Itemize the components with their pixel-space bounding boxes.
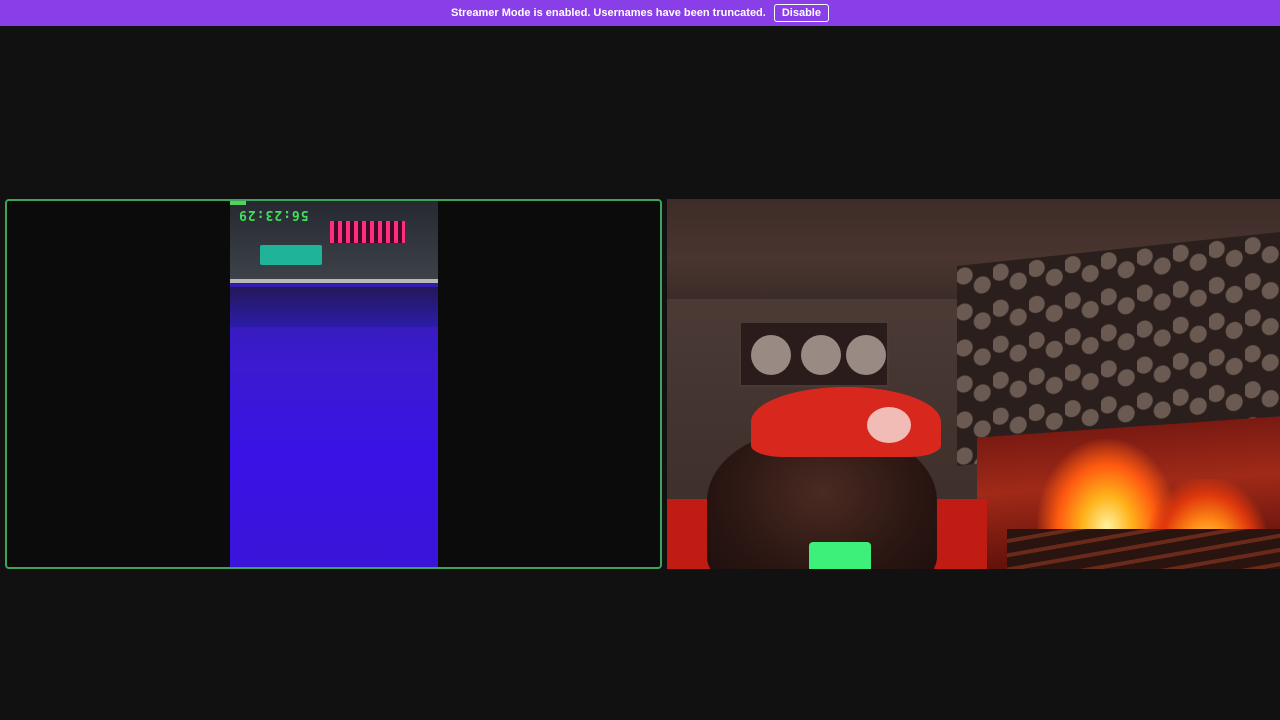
video-tile-right[interactable] (667, 199, 1280, 569)
video-stream-phone: 56:23:29 (230, 201, 438, 567)
phone-timer-text: 56:23:29 (238, 207, 309, 222)
video-tile-left[interactable]: 56:23:29 (5, 199, 662, 569)
streamer-mode-message: Streamer Mode is enabled. Usernames have… (451, 7, 766, 19)
disable-streamer-mode-button[interactable]: Disable (773, 4, 829, 22)
phone-screen-capture: 56:23:29 (230, 201, 438, 283)
streamer-mode-banner: Streamer Mode is enabled. Usernames have… (0, 0, 1280, 26)
green-cup (809, 542, 871, 569)
red-cap (751, 387, 941, 457)
cap-logo-icon (867, 407, 911, 443)
wall-poster (739, 321, 889, 387)
